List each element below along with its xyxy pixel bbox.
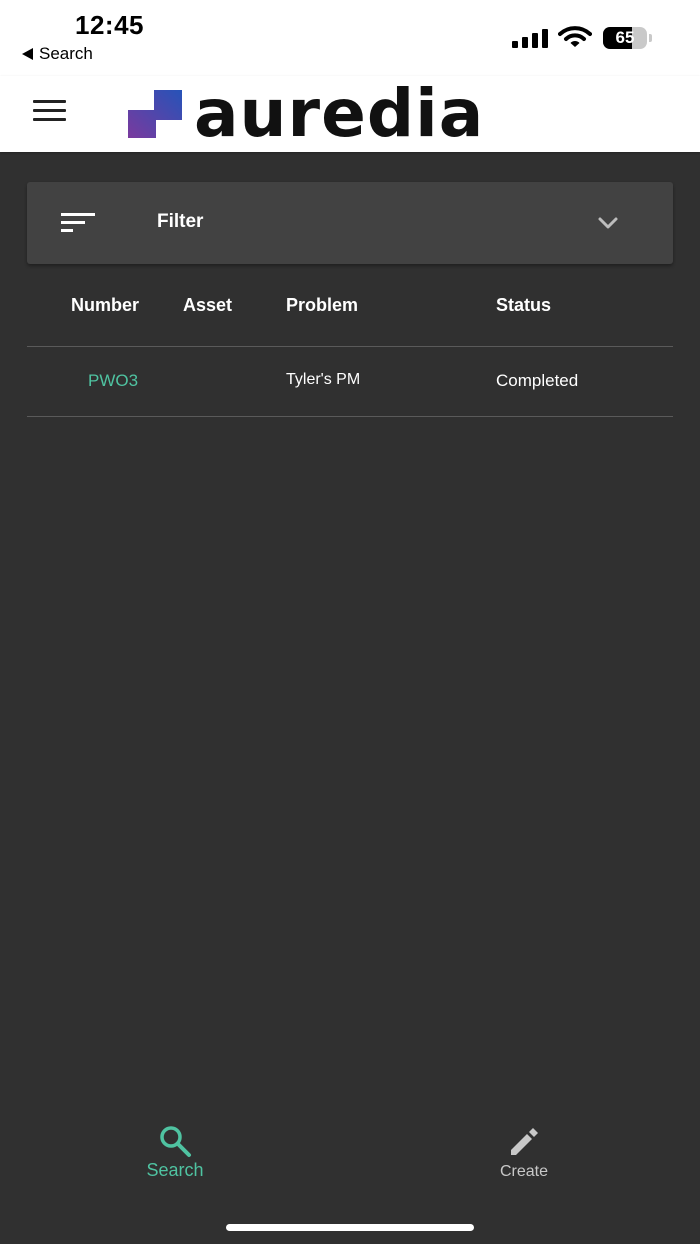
logo-text: auredia <box>194 75 485 152</box>
column-header-status[interactable]: Status <box>496 295 551 316</box>
column-header-asset[interactable]: Asset <box>183 295 232 316</box>
column-header-number[interactable]: Number <box>71 295 139 316</box>
status-cell: Completed <box>496 371 579 390</box>
nav-create-label: Create <box>499 1163 549 1180</box>
hamburger-menu-icon[interactable] <box>33 100 67 122</box>
work-order-number-link[interactable]: PWO3 <box>88 371 138 391</box>
nav-search-button[interactable]: Search <box>95 1124 255 1194</box>
back-to-app-link[interactable]: Search <box>22 44 93 64</box>
table-row[interactable]: PWO3 Tyler's PM Completed <box>27 347 673 417</box>
nav-create-button[interactable]: Create <box>444 1124 604 1194</box>
status-bar: 12:45 Search 65 <box>0 0 700 76</box>
chevron-down-icon[interactable] <box>597 212 619 234</box>
nav-search-label: Search <box>146 1160 204 1180</box>
logo-mark-icon <box>128 90 182 138</box>
wifi-icon <box>558 26 592 47</box>
back-arrow-icon <box>22 48 33 60</box>
app-header: auredia <box>0 76 700 152</box>
bottom-navigation: Search Create <box>0 1100 700 1210</box>
auredia-logo: auredia <box>128 75 485 152</box>
battery-icon: 65 <box>603 27 647 49</box>
filter-list-icon <box>61 213 95 233</box>
status-time: 12:45 <box>75 10 144 40</box>
table-header: Number Asset Problem Status <box>27 280 673 347</box>
column-header-problem[interactable]: Problem <box>286 295 358 316</box>
back-app-label: Search <box>39 44 93 63</box>
search-icon <box>160 1126 191 1157</box>
cellular-signal-icon <box>512 29 548 48</box>
home-indicator[interactable] <box>226 1224 474 1231</box>
battery-level: 65 <box>615 28 635 47</box>
pencil-icon <box>511 1128 538 1155</box>
battery-tip <box>649 34 652 42</box>
filter-label: Filter <box>157 211 204 232</box>
filter-panel-toggle[interactable]: Filter <box>27 182 673 264</box>
problem-cell: Tyler's PM <box>286 371 361 388</box>
